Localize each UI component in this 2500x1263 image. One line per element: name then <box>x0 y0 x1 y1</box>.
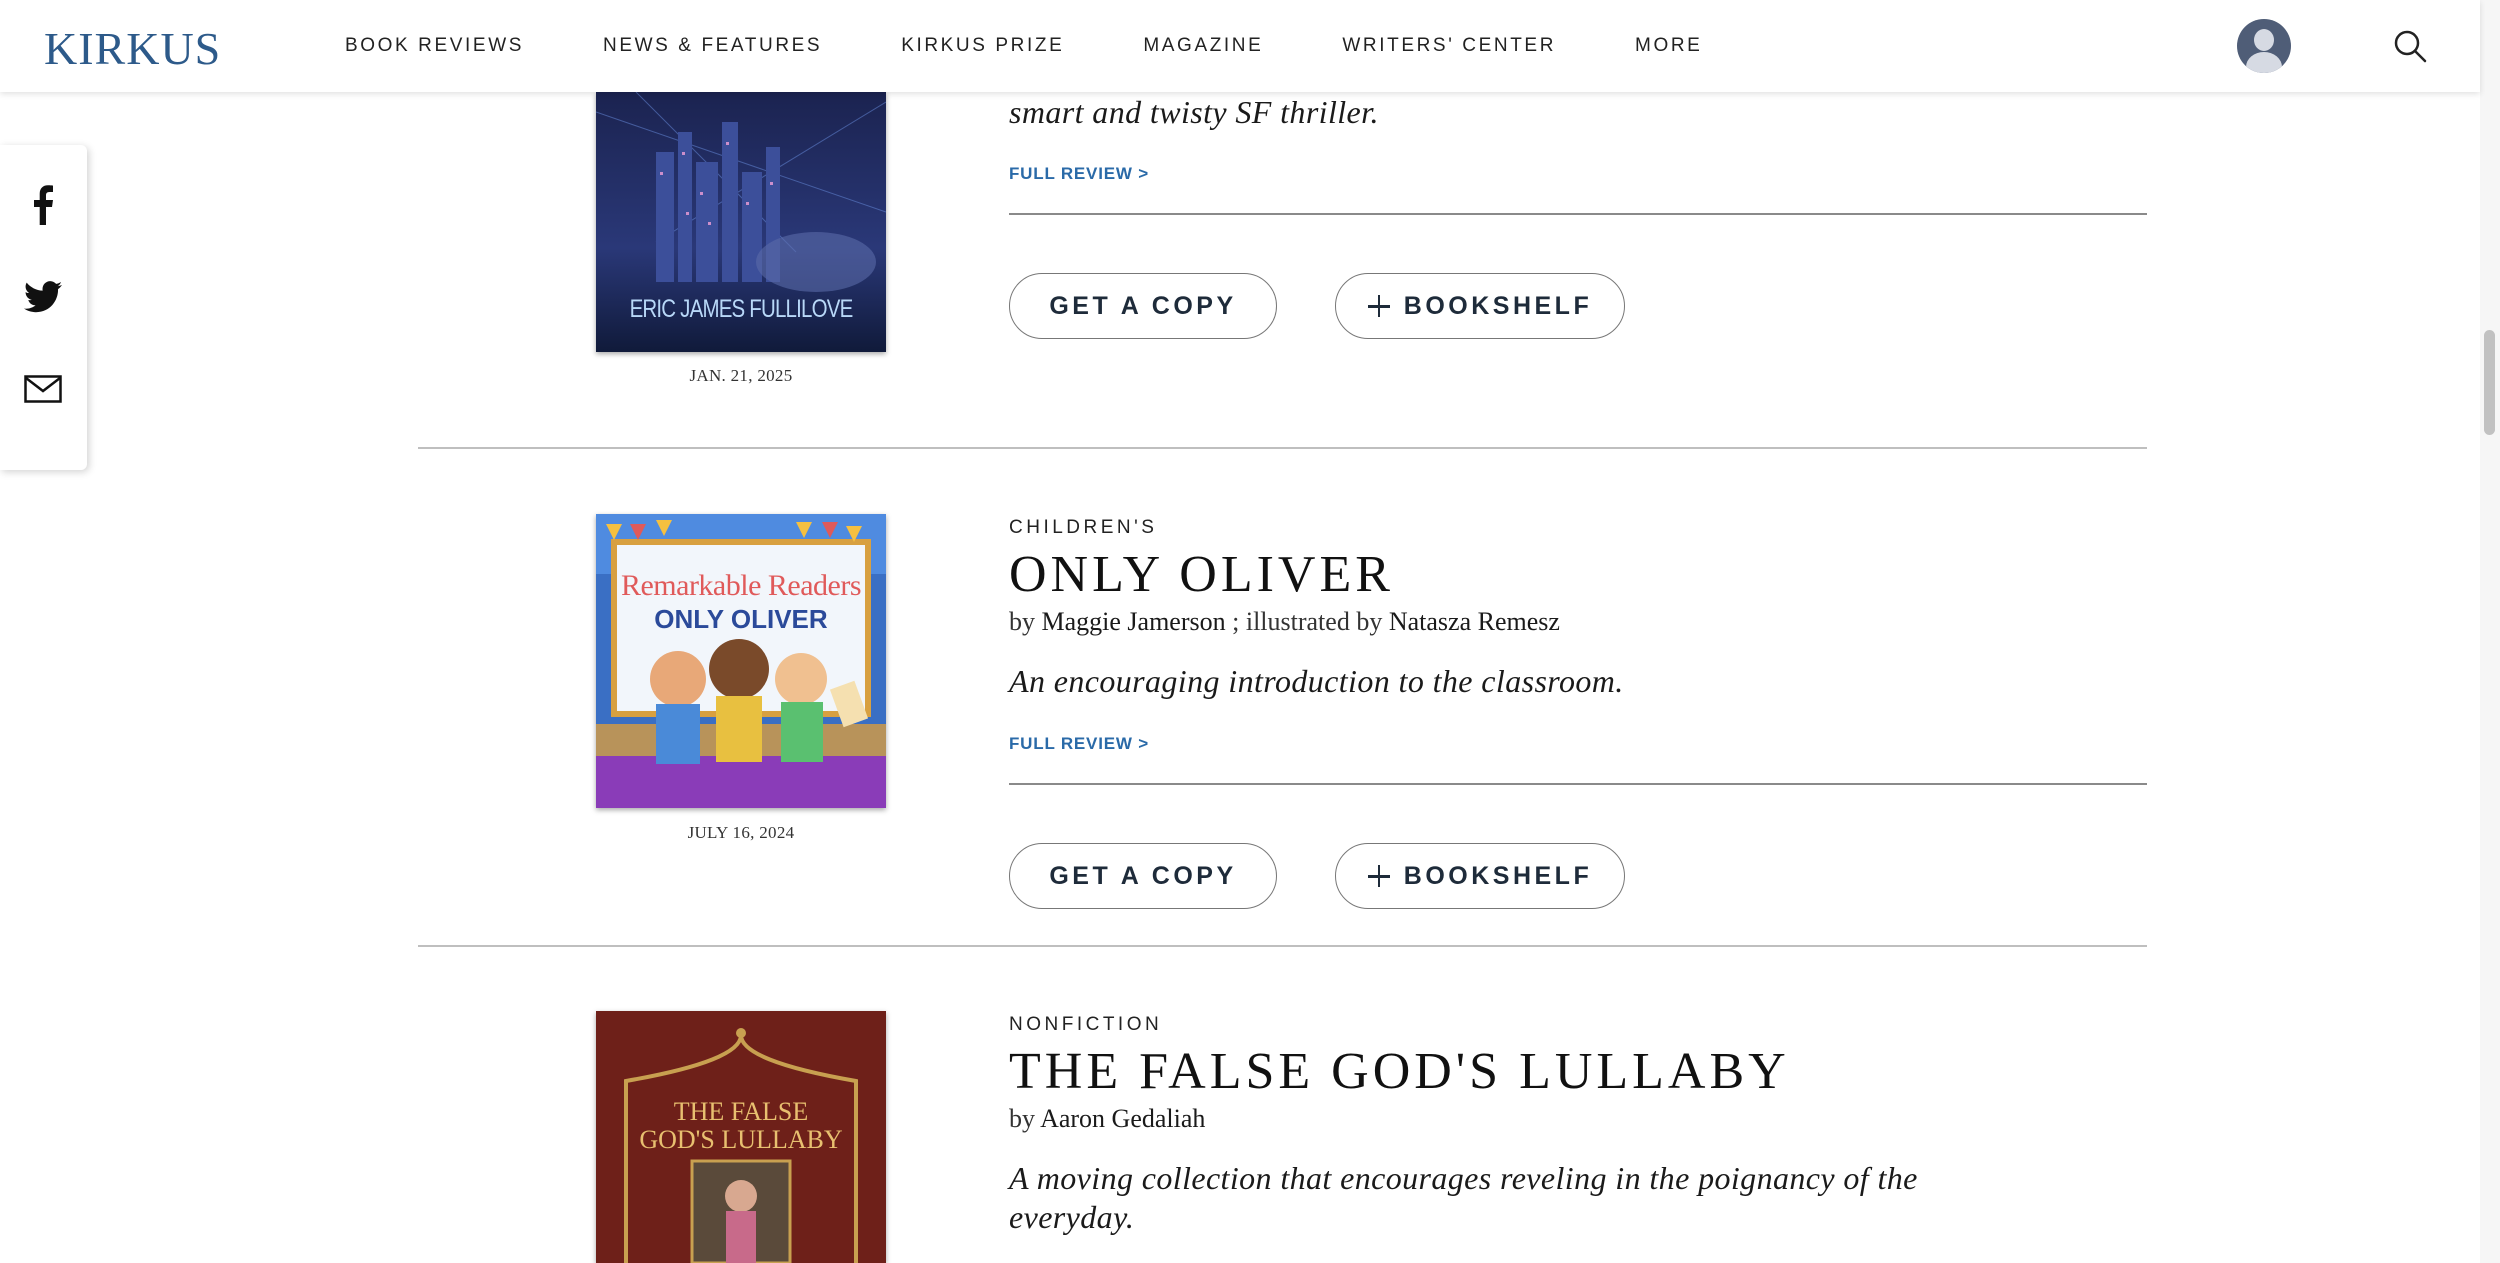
share-bar <box>0 145 87 470</box>
scrollbar-thumb[interactable] <box>2484 330 2495 435</box>
cover-title-line-2: GOD'S LULLABY <box>639 1125 843 1154</box>
email-icon <box>24 375 62 403</box>
book-title[interactable]: ONLY OLIVER <box>1009 545 1394 604</box>
divider <box>1009 783 2147 785</box>
facebook-icon <box>34 185 53 225</box>
nav-kirkus-prize[interactable]: KIRKUS PRIZE <box>901 35 1064 57</box>
bookshelf-label: BOOKSHELF <box>1403 861 1593 890</box>
cover-series-text: Remarkable Readers <box>620 569 862 602</box>
nav-writers-center[interactable]: WRITERS' CENTER <box>1342 35 1556 57</box>
review-tagline: An encouraging introduction to the class… <box>1009 663 1624 699</box>
genre-label[interactable]: CHILDREN'S <box>1009 517 1157 539</box>
byline: by Aaron Gedaliah <box>1009 1104 1205 1134</box>
author-link[interactable]: Aaron Gedaliah <box>1040 1104 1205 1133</box>
illustrator-link[interactable]: Natasza Remesz <box>1389 607 1560 636</box>
plus-icon <box>1367 295 1390 317</box>
page-scrollbar[interactable] <box>2480 0 2500 1263</box>
search-icon[interactable] <box>2392 28 2428 64</box>
avatar-body-shape <box>2246 52 2282 73</box>
book-cover[interactable]: Remarkable Readers ONLY OLIVER <box>596 514 886 808</box>
full-review-link[interactable]: FULL REVIEW > <box>1009 734 1149 754</box>
add-to-bookshelf-button[interactable]: BOOKSHELF <box>1335 843 1625 909</box>
byline-prefix: by <box>1009 607 1035 636</box>
site-header: KIRKUS BOOK REVIEWS NEWS & FEATURES KIRK… <box>0 0 2480 92</box>
twitter-icon <box>24 281 62 313</box>
entry-divider <box>418 447 2147 449</box>
review-tagline: A moving collection that encourages reve… <box>1009 1160 1918 1235</box>
get-a-copy-button[interactable]: GET A COPY <box>1009 843 1277 909</box>
cover-title-line-1: THE FALSE <box>673 1097 809 1126</box>
bookshelf-label: BOOKSHELF <box>1403 291 1593 320</box>
byline-prefix: by <box>1009 1104 1035 1133</box>
user-avatar-icon[interactable] <box>2237 19 2291 73</box>
twitter-share-button[interactable] <box>23 277 63 317</box>
book-cover[interactable]: ERIC JAMES FULLILOVE <box>596 92 886 352</box>
entry-divider <box>418 945 2147 947</box>
publication-date: JULY 16, 2024 <box>687 823 795 842</box>
book-cover[interactable]: THE FALSE GOD'S LULLABY <box>596 1011 886 1263</box>
nav-more[interactable]: MORE <box>1635 35 1702 57</box>
byline: by Maggie Jamerson ; illustrated by Nata… <box>1009 607 1560 637</box>
avatar-head-shape <box>2254 29 2274 51</box>
kirkus-logo[interactable]: KIRKUS <box>44 22 221 75</box>
nav-book-reviews[interactable]: BOOK REVIEWS <box>345 35 524 57</box>
genre-label[interactable]: NONFICTION <box>1009 1014 1162 1036</box>
divider <box>1009 213 2147 215</box>
cover-title-text: ONLY OLIVER <box>654 604 828 634</box>
nav-news-features[interactable]: NEWS & FEATURES <box>603 35 822 57</box>
add-to-bookshelf-button[interactable]: BOOKSHELF <box>1335 273 1625 339</box>
main-nav: BOOK REVIEWS NEWS & FEATURES KIRKUS PRIZ… <box>345 0 1781 92</box>
cover-author-text: ERIC JAMES FULLILOVE <box>629 295 854 323</box>
cover-art-classroom <box>596 514 886 808</box>
book-title[interactable]: THE FALSE GOD'S LULLABY <box>1009 1042 1790 1101</box>
publication-date: JAN. 21, 2025 <box>689 366 793 385</box>
author-link[interactable]: Maggie Jamerson <box>1042 607 1226 636</box>
get-a-copy-button[interactable]: GET A COPY <box>1009 273 1277 339</box>
nav-magazine[interactable]: MAGAZINE <box>1143 35 1263 57</box>
review-tagline: smart and twisty SF thriller. <box>1009 94 1379 130</box>
full-review-link[interactable]: FULL REVIEW > <box>1009 164 1149 184</box>
plus-icon <box>1367 865 1390 887</box>
email-share-button[interactable] <box>23 369 63 409</box>
facebook-share-button[interactable] <box>23 185 63 225</box>
illustrated-by-text: ; illustrated by <box>1232 607 1383 636</box>
